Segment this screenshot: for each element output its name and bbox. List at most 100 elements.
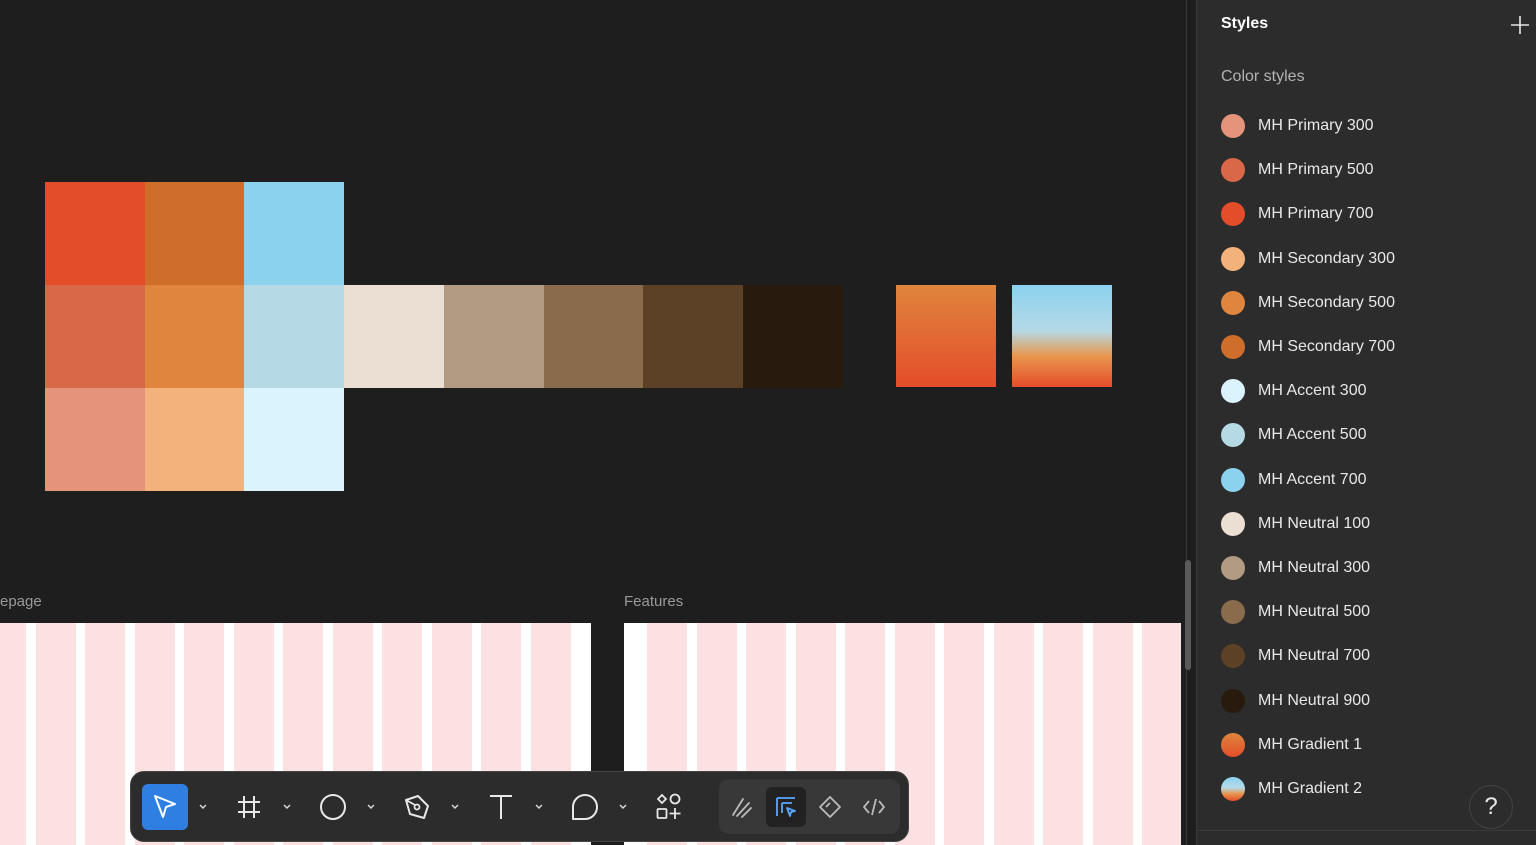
color-swatch-dot xyxy=(1221,732,1245,757)
text-tool[interactable] xyxy=(478,784,524,830)
dev-mode-button[interactable] xyxy=(854,787,894,827)
color-style-name: MH Primary 500 xyxy=(1258,161,1374,179)
layout-grid-column xyxy=(1092,623,1133,845)
color-style-item[interactable]: MH Gradient 1 xyxy=(1221,730,1521,760)
color-style-name: MH Neutral 700 xyxy=(1258,647,1371,665)
frame-label-features[interactable]: Features xyxy=(624,593,683,610)
assets-tool[interactable] xyxy=(646,784,692,830)
color-swatch-dot xyxy=(1221,600,1245,625)
comment-bubble-icon xyxy=(572,794,598,820)
swatch-gradient-2[interactable] xyxy=(1012,285,1112,387)
frame-tool-chevron-down-icon[interactable] xyxy=(280,797,294,817)
swatch-neutral-500[interactable] xyxy=(544,285,644,388)
color-swatch-dot xyxy=(1221,114,1245,138)
layout-grid-column xyxy=(35,623,76,845)
color-style-item[interactable]: MH Primary 700 xyxy=(1221,199,1521,229)
color-style-name: MH Accent 300 xyxy=(1258,382,1367,400)
color-swatch-dot xyxy=(1221,777,1245,801)
color-swatch-dot xyxy=(1221,202,1245,227)
panel-title: Styles xyxy=(1221,15,1269,32)
color-swatch-dot xyxy=(1221,335,1245,359)
color-style-item[interactable]: MH Neutral 900 xyxy=(1221,686,1521,716)
layout-grid-column xyxy=(0,623,26,845)
ellipse-tool[interactable] xyxy=(310,784,356,830)
layout-grid-column xyxy=(85,623,125,845)
color-swatch-dot xyxy=(1221,246,1245,271)
frame-tool[interactable] xyxy=(226,784,272,830)
styles-panel: Styles Color styles MH Primary 300 MH Pri… xyxy=(1196,0,1536,845)
panel-divider xyxy=(1197,830,1536,831)
color-swatch-dot xyxy=(1221,158,1245,183)
swatch-primary-700[interactable] xyxy=(45,182,145,285)
swatch-accent-500[interactable] xyxy=(244,285,344,388)
color-style-item[interactable]: MH Primary 500 xyxy=(1221,155,1521,185)
pen-tool[interactable] xyxy=(394,784,440,830)
ellipse-tool-chevron-down-icon[interactable] xyxy=(364,797,378,817)
color-swatch-dot xyxy=(1221,467,1245,492)
color-style-item[interactable]: MH Neutral 500 xyxy=(1221,597,1521,627)
swatch-gradient-1[interactable] xyxy=(896,285,996,387)
color-style-item[interactable]: MH Primary 300 xyxy=(1221,111,1521,141)
mode-switcher xyxy=(719,779,900,834)
layout-grid-column xyxy=(944,623,984,845)
color-style-item[interactable]: MH Neutral 300 xyxy=(1221,553,1521,583)
pen-tool-chevron-down-icon[interactable] xyxy=(448,797,462,817)
color-styles-heading: Color styles xyxy=(1221,68,1305,85)
color-style-name: MH Primary 700 xyxy=(1258,205,1374,223)
bottom-toolbar xyxy=(130,771,909,842)
color-style-name: MH Gradient 2 xyxy=(1258,780,1363,797)
color-style-item[interactable]: MH Neutral 700 xyxy=(1221,641,1521,671)
color-style-name: MH Secondary 500 xyxy=(1258,293,1395,311)
color-swatch-dot xyxy=(1221,423,1245,448)
swatch-neutral-100[interactable] xyxy=(344,285,444,388)
color-swatch-dot xyxy=(1221,511,1245,536)
text-tool-chevron-down-icon[interactable] xyxy=(532,797,546,817)
swatch-secondary-300[interactable] xyxy=(145,388,245,491)
prototype-diamond-icon xyxy=(819,796,841,818)
comment-tool-chevron-down-icon[interactable] xyxy=(616,797,630,817)
color-style-item[interactable]: MH Accent 300 xyxy=(1221,376,1521,406)
color-style-item[interactable]: MH Accent 700 xyxy=(1221,465,1521,495)
color-style-name: MH Neutral 500 xyxy=(1258,603,1371,621)
help-button[interactable]: ? xyxy=(1469,785,1513,829)
swatch-neutral-700[interactable] xyxy=(643,285,743,388)
comment-tool[interactable] xyxy=(562,784,608,830)
color-style-name: MH Neutral 900 xyxy=(1258,691,1371,709)
swatch-neutral-900[interactable] xyxy=(743,285,843,388)
color-style-item[interactable]: MH Accent 500 xyxy=(1221,420,1521,450)
add-style-button[interactable] xyxy=(1509,14,1531,36)
color-swatch-dot xyxy=(1221,556,1245,580)
swatch-accent-300[interactable] xyxy=(244,388,344,491)
layout-grid-column xyxy=(1142,623,1181,845)
swatch-primary-300[interactable] xyxy=(45,388,145,491)
color-style-item[interactable]: MH Neutral 100 xyxy=(1221,509,1521,539)
layout-grid-column xyxy=(993,623,1034,845)
color-swatch-dot xyxy=(1221,290,1245,315)
layout-grid-column xyxy=(1043,623,1083,845)
frame-grid-icon xyxy=(238,796,260,818)
color-style-item[interactable]: MH Secondary 700 xyxy=(1221,332,1521,362)
color-style-item[interactable]: MH Secondary 300 xyxy=(1221,244,1521,274)
color-swatch-dot xyxy=(1221,688,1245,713)
color-swatch-dot xyxy=(1221,644,1245,669)
ellipse-icon xyxy=(320,794,346,820)
color-style-item[interactable]: MH Secondary 500 xyxy=(1221,288,1521,318)
swatch-accent-700[interactable] xyxy=(244,182,344,285)
color-swatch-dot xyxy=(1221,379,1245,404)
color-style-name: MH Neutral 100 xyxy=(1258,514,1371,532)
canvas-scrollbar[interactable] xyxy=(1181,0,1196,845)
prototype-mode-button[interactable] xyxy=(810,787,850,827)
scrollbar-thumb[interactable] xyxy=(1185,560,1191,670)
design-mode-button[interactable] xyxy=(766,787,806,827)
swatch-neutral-300[interactable] xyxy=(444,285,544,388)
move-tool[interactable] xyxy=(142,784,188,830)
swatch-secondary-500[interactable] xyxy=(145,285,245,388)
frame-label-homepage[interactable]: epage xyxy=(0,593,42,610)
color-style-name: MH Accent 500 xyxy=(1258,426,1367,444)
move-tool-chevron-down-icon[interactable] xyxy=(196,797,210,817)
swatch-secondary-700[interactable] xyxy=(145,182,245,285)
draw-mode-button[interactable] xyxy=(722,787,762,827)
canvas[interactable]: epage Features xyxy=(0,0,1181,845)
swatch-primary-500[interactable] xyxy=(45,285,145,388)
text-icon xyxy=(490,795,512,819)
